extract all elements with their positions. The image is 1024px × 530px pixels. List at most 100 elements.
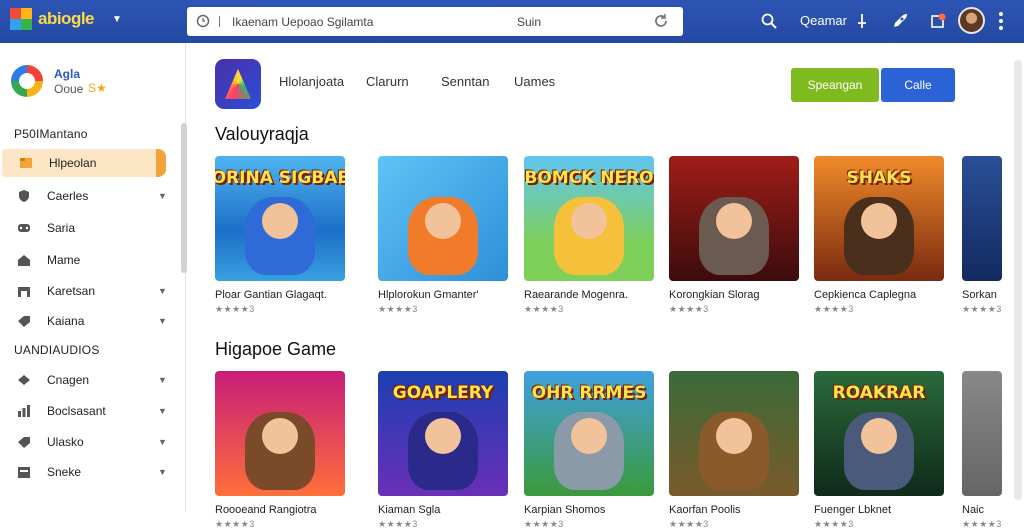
- game-title[interactable]: Sorkan: [962, 289, 1002, 301]
- sidebar-item-cnagen[interactable]: Cnagen ▼: [0, 366, 178, 394]
- game-card[interactable]: Naic ★★★★3: [962, 371, 1002, 530]
- primary-button[interactable]: Speangan: [791, 68, 879, 102]
- game-title[interactable]: Raearande Mogenra.: [524, 289, 654, 301]
- search-input[interactable]: Ikaenam Uepoao Sgilamta: [232, 15, 373, 29]
- sidebar-item-karetsan[interactable]: Karetsan ▼: [0, 277, 178, 305]
- game-card[interactable]: Hlplorokun Gmanter' ★★★★3: [378, 156, 508, 315]
- section-title: Higapoe Game: [215, 339, 337, 359]
- chevron-down-icon[interactable]: ▼: [158, 316, 167, 326]
- character-illustration: [844, 412, 914, 490]
- game-card[interactable]: Korongkian Slorag ★★★★3: [669, 156, 799, 315]
- character-illustration: [245, 197, 315, 275]
- rating-stars: ★★★★3: [962, 304, 1002, 314]
- chevron-down-icon[interactable]: ▼: [158, 467, 167, 477]
- notification-icon[interactable]: [928, 11, 948, 31]
- sidebar-item-kaiana[interactable]: Kaiana ▼: [0, 307, 178, 335]
- game-logo-text: OHR RRMES: [531, 383, 647, 403]
- game-card[interactable]: Roooeand Rangiotra ★★★★3: [215, 371, 345, 530]
- game-title[interactable]: Fuenger Lbknet: [814, 504, 944, 516]
- tab-senntan[interactable]: Senntan: [441, 74, 489, 89]
- tab-hlolanjoata[interactable]: Hlolanjoata: [279, 74, 344, 89]
- game-card[interactable]: SHAKS Cepkienca Caplegna ★★★★3: [814, 156, 944, 315]
- app-logo[interactable]: abiogle ▼: [10, 8, 122, 30]
- sidebar-item-sneke[interactable]: Sneke ▼: [0, 458, 178, 486]
- tab-clarurn[interactable]: Clarurn: [366, 74, 409, 89]
- chevron-down-icon[interactable]: ▼: [158, 191, 167, 201]
- sidebar-item-hlpeolan[interactable]: Hlpeolan: [2, 149, 166, 177]
- sidebar-item-boclsasant[interactable]: Boclsasant ▼: [0, 397, 178, 425]
- rocket-icon[interactable]: [890, 11, 910, 31]
- game-thumbnail[interactable]: [215, 371, 345, 496]
- game-card[interactable]: RORINA SIGBAEP Ploar Gantian Glagaqt. ★★★★…: [215, 156, 345, 315]
- sidebar-item-label: Ulasko: [47, 435, 84, 449]
- refresh-icon[interactable]: [653, 13, 669, 29]
- game-title[interactable]: Karpian Shomos: [524, 504, 654, 516]
- clock-icon: [196, 14, 210, 28]
- tag-icon: [17, 435, 31, 449]
- chevron-down-icon[interactable]: ▼: [158, 437, 167, 447]
- game-card[interactable]: Sorkan ★★★★3: [962, 156, 1002, 315]
- game-title[interactable]: Hlplorokun Gmanter': [378, 289, 508, 301]
- game-thumbnail[interactable]: OHR RRMES: [524, 371, 654, 496]
- search-divider: [219, 16, 220, 27]
- game-thumbnail[interactable]: [962, 156, 1002, 281]
- folder-icon: [19, 156, 33, 170]
- sidebar-item-caerles[interactable]: Caerles ▼: [0, 182, 178, 210]
- sidebar-scrollbar[interactable]: [181, 123, 187, 273]
- section-title: Valouyraqja: [215, 124, 309, 144]
- chevron-down-icon[interactable]: ▼: [112, 14, 122, 25]
- game-title[interactable]: Ploar Gantian Glagaqt.: [215, 289, 345, 301]
- sidebar-item-label: Cnagen: [47, 373, 90, 387]
- game-title[interactable]: Cepkienca Caplegna: [814, 289, 944, 301]
- game-thumbnail[interactable]: BOMCK NERO: [524, 156, 654, 281]
- game-thumbnail[interactable]: GOAPLERY: [378, 371, 508, 496]
- character-illustration: [245, 412, 315, 490]
- sidebar-item-ulasko[interactable]: Ulasko ▼: [0, 428, 178, 456]
- game-thumbnail[interactable]: ROAKRAR: [814, 371, 944, 496]
- game-title[interactable]: Kaorfan Poolis: [669, 504, 799, 516]
- sidebar-item-mame[interactable]: Mame: [0, 246, 178, 274]
- sidebar-item-label: Mame: [47, 253, 81, 267]
- store-icon: [17, 284, 31, 298]
- tab-uames[interactable]: Uames: [514, 74, 555, 89]
- game-card[interactable]: ROAKRAR Fuenger Lbknet ★★★★3: [814, 371, 944, 530]
- game-thumbnail[interactable]: RORINA SIGBAEP: [215, 156, 345, 281]
- game-thumbnail[interactable]: [962, 371, 1002, 496]
- search-bar[interactable]: Ikaenam Uepoao Sgilamta Suin: [187, 7, 683, 36]
- sidebar-item-label: Kaiana: [47, 314, 85, 328]
- game-card[interactable]: GOAPLERY Kiaman Sgla ★★★★3: [378, 371, 508, 530]
- game-thumbnail[interactable]: SHAKS: [814, 156, 944, 281]
- secondary-button[interactable]: Calle: [881, 68, 955, 102]
- page-scrollbar[interactable]: [1014, 60, 1022, 500]
- game-title[interactable]: Kiaman Sgla: [378, 504, 508, 516]
- game-title[interactable]: Naic: [962, 504, 1002, 516]
- game-card[interactable]: OHR RRMES Karpian Shomos ★★★★3: [524, 371, 654, 530]
- game-title[interactable]: Korongkian Slorag: [669, 289, 799, 301]
- game-thumbnail[interactable]: [378, 156, 508, 281]
- game-title[interactable]: Roooeand Rangiotra: [215, 504, 345, 516]
- user-avatar[interactable]: [958, 7, 985, 34]
- chevron-down-icon[interactable]: ▼: [158, 406, 167, 416]
- search-icon[interactable]: [759, 11, 779, 31]
- pin-icon[interactable]: [852, 11, 872, 31]
- chevron-down-icon[interactable]: ▼: [158, 375, 167, 385]
- app-store-icon[interactable]: [215, 59, 261, 109]
- rating-stars: ★★★★3: [669, 519, 709, 529]
- sidebar-item-saria[interactable]: Saria: [0, 214, 178, 242]
- user-menu-label[interactable]: Qeamar: [800, 13, 847, 28]
- game-thumbnail[interactable]: [669, 156, 799, 281]
- game-card[interactable]: Kaorfan Poolis ★★★★3: [669, 371, 799, 530]
- game-card[interactable]: BOMCK NERO Raearande Mogenra. ★★★★3: [524, 156, 654, 315]
- rating-stars: ★★★★3: [814, 519, 854, 529]
- rating-stars: ★★★★3: [378, 519, 418, 529]
- rating-stars: ★★★★3: [215, 304, 255, 314]
- rating-stars: ★★★★3: [524, 304, 564, 314]
- top-app-bar: abiogle ▼ Ikaenam Uepoao Sgilamta Suin Q…: [0, 0, 1024, 43]
- chevron-down-icon[interactable]: ▼: [158, 286, 167, 296]
- game-logo-text: RORINA SIGBAEP: [215, 168, 345, 188]
- rating-stars: ★★★★3: [814, 304, 854, 314]
- sidebar-item-label: Caerles: [47, 189, 89, 203]
- sidebar-item-label: Saria: [47, 221, 76, 235]
- more-vert-icon[interactable]: [999, 12, 1003, 30]
- game-thumbnail[interactable]: [669, 371, 799, 496]
